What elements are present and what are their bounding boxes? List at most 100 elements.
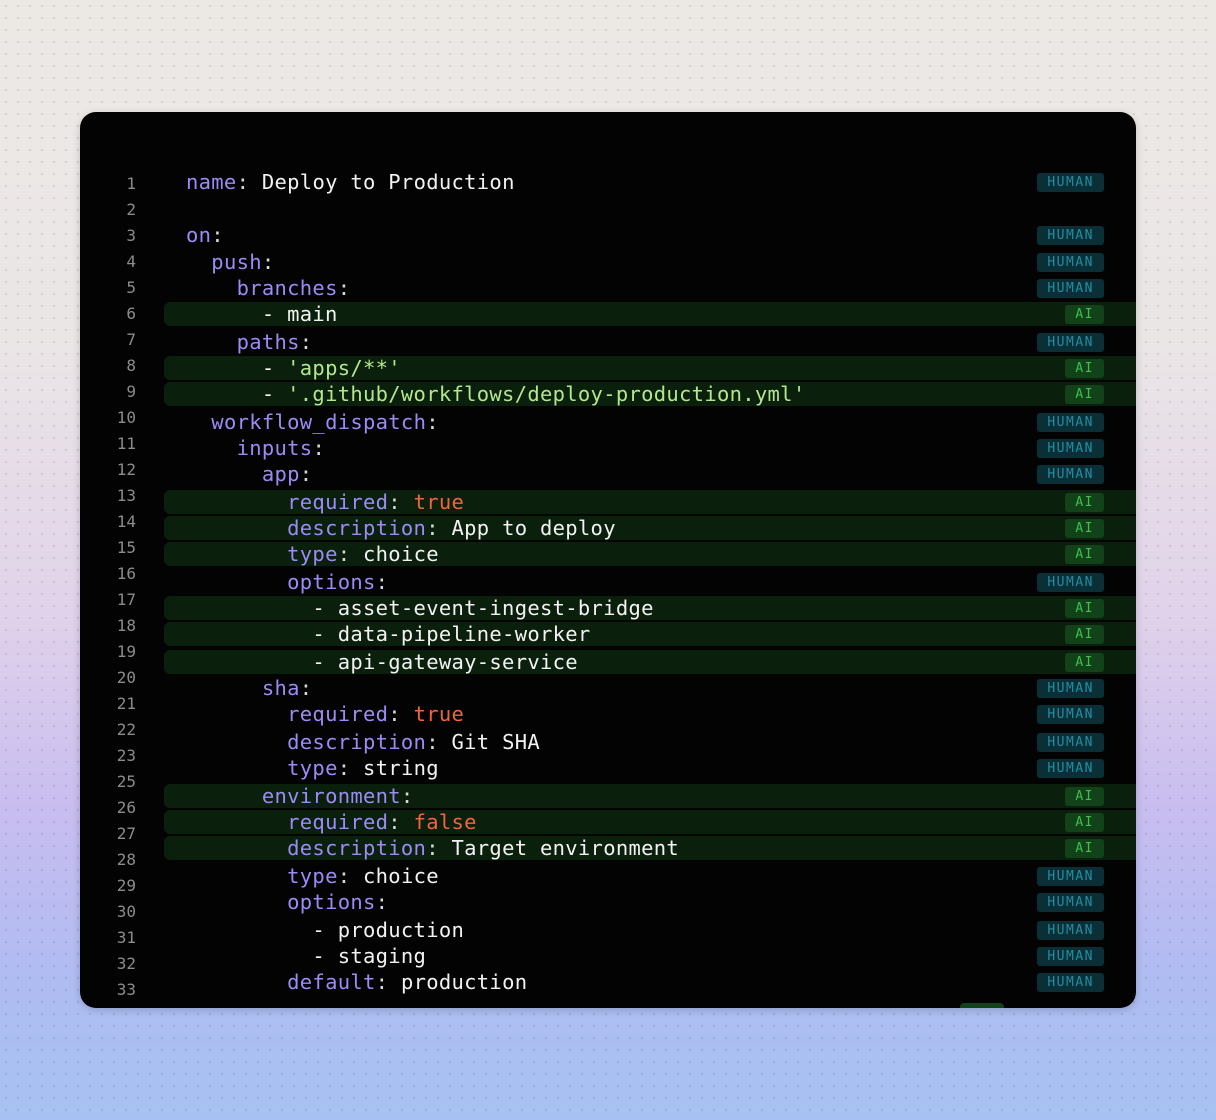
code-token-key: push <box>211 250 262 274</box>
code-token-plain: string <box>363 756 439 780</box>
code-line[interactable]: 10 workflow_dispatch: HUMAN <box>80 408 1136 435</box>
line-number: 30 <box>116 902 136 921</box>
line-number: 5 <box>126 278 136 297</box>
human-author-badge: HUMAN <box>1037 759 1104 778</box>
code-text: default: production <box>186 969 986 995</box>
code-token-punct: : <box>426 410 439 434</box>
code-token-key: description <box>287 836 427 860</box>
code-text: type: choice <box>186 541 986 567</box>
code-line[interactable]: 29 options: HUMAN <box>80 876 1136 915</box>
code-line[interactable]: 4 push: HUMAN <box>80 249 1136 275</box>
code-token-key: on <box>186 223 212 247</box>
code-line[interactable]: 7 paths: HUMAN <box>80 329 1136 355</box>
code-line[interactable]: 27 description: Target environment AI <box>80 824 1136 861</box>
code-token-punct: : <box>426 730 452 754</box>
human-author-badge: HUMAN <box>1037 679 1104 698</box>
line-number: 21 <box>116 694 136 713</box>
code-token-key: required <box>287 490 389 514</box>
code-token-key: options <box>287 570 376 594</box>
code-token-plain: - asset-event-ingest-bridge <box>186 596 654 620</box>
line-number: 3 <box>126 226 136 245</box>
code-text: required: false <box>186 809 986 835</box>
code-token-plain: - <box>186 356 288 380</box>
code-line[interactable]: 15 type: choice AI <box>80 538 1136 567</box>
line-number: 26 <box>116 798 136 817</box>
code-line[interactable]: 1 name: Deploy to Production HUMAN <box>80 169 1136 195</box>
code-text: environment: <box>186 783 986 809</box>
code-line[interactable]: 22 description: Git SHA HUMAN <box>80 720 1136 755</box>
code-text: required: true <box>186 701 986 727</box>
code-lines: 1 name: Deploy to Production HUMAN 2 3 on: HUM… <box>80 112 1136 1008</box>
code-line[interactable]: 17 - asset-event-ingest-bridge AI <box>80 590 1136 621</box>
code-line[interactable]: 6 - main AI <box>80 301 1136 327</box>
code-line[interactable]: 11 inputs: HUMAN <box>80 434 1136 461</box>
ai-author-badge: AI <box>1065 599 1104 618</box>
code-line[interactable]: 16 options: HUMAN <box>80 564 1136 595</box>
code-line[interactable]: 31 - staging HUMAN <box>80 928 1136 969</box>
code-text: type: choice <box>186 863 986 889</box>
code-line[interactable]: 25 environment: AI <box>80 772 1136 809</box>
code-line[interactable]: 13 required: true AI <box>80 486 1136 515</box>
code-token-str: '.github/workflows/deploy-production.yml… <box>287 382 806 406</box>
code-token-punct: : <box>388 810 414 834</box>
code-line[interactable]: 9 - '.github/workflows/deploy-production… <box>80 381 1136 407</box>
ai-author-badge: AI <box>1065 305 1104 324</box>
code-line[interactable]: 3 on: HUMAN <box>80 222 1136 248</box>
code-line[interactable]: 19 - api-gateway-service AI <box>80 642 1136 675</box>
line-number: 18 <box>116 616 136 635</box>
code-text: push: <box>186 249 986 275</box>
code-text: branches: <box>186 275 986 301</box>
code-token-key: description <box>287 730 427 754</box>
code-token-str: 'apps/**' <box>287 356 401 380</box>
code-line[interactable]: 20 sha: HUMAN <box>80 668 1136 701</box>
line-number: 9 <box>126 382 136 401</box>
ai-author-badge: AI <box>1065 813 1104 832</box>
code-line[interactable]: 26 required: false AI <box>80 798 1136 835</box>
line-number: 16 <box>116 564 136 583</box>
code-line[interactable]: 12 app: HUMAN <box>80 460 1136 487</box>
code-line[interactable]: 23 type: string HUMAN <box>80 746 1136 781</box>
code-token-plain: - api-gateway-service <box>186 650 578 674</box>
code-line[interactable]: 14 description: App to deploy AI <box>80 512 1136 541</box>
human-author-badge: HUMAN <box>1037 333 1104 352</box>
code-line[interactable]: 2 <box>80 195 1136 221</box>
code-text: app: <box>186 461 986 487</box>
code-line[interactable]: 5 branches: HUMAN <box>80 275 1136 301</box>
code-token-key: type <box>287 756 338 780</box>
code-token-key: sha <box>261 676 300 700</box>
code-line[interactable]: 30 - production HUMAN <box>80 902 1136 943</box>
code-text: - '.github/workflows/deploy-production.y… <box>186 381 986 407</box>
code-token-plain: - production <box>186 918 465 942</box>
code-token-punct: : <box>312 436 326 460</box>
code-line[interactable]: 28 type: choice HUMAN <box>80 850 1136 889</box>
code-token-punct: : <box>299 330 313 354</box>
ai-author-badge: AI <box>1065 385 1104 404</box>
line-number: 1 <box>126 174 136 193</box>
code-token-key: app <box>261 462 300 486</box>
human-author-badge: HUMAN <box>1037 705 1104 724</box>
code-line[interactable]: 18 - data-pipeline-worker AI <box>80 616 1136 647</box>
code-token-punct: : <box>375 970 401 994</box>
code-text: sha: <box>186 675 986 701</box>
line-number: 7 <box>126 330 136 349</box>
line-number: 29 <box>116 876 136 895</box>
code-token-punct: : <box>337 756 364 780</box>
code-line[interactable]: 32 default: production HUMAN <box>80 954 1136 995</box>
code-token-key: options <box>287 890 376 914</box>
code-token-plain: - <box>186 382 288 406</box>
code-line[interactable]: 21 required: true HUMAN <box>80 694 1136 727</box>
human-author-badge: HUMAN <box>1037 465 1104 484</box>
ai-author-badge: AI <box>1065 545 1104 564</box>
code-token-punct: : <box>236 170 262 194</box>
code-line[interactable]: 8 - 'apps/**' AI <box>80 355 1136 381</box>
